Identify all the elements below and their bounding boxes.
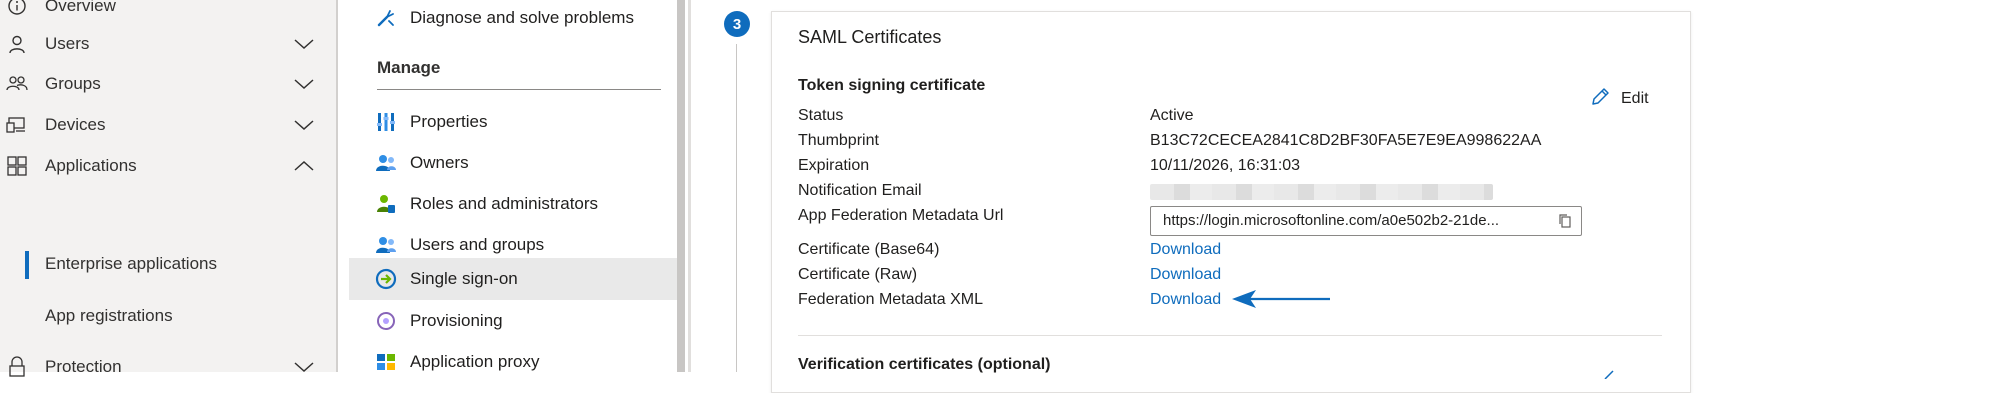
content-border — [688, 0, 691, 372]
left-nav-border — [336, 0, 338, 372]
menu-label-application-proxy: Application proxy — [410, 352, 540, 371]
verification-certificates-title: Verification certificates (optional) — [798, 356, 1051, 373]
pencil-icon[interactable] — [1603, 366, 1615, 380]
federation-metadata-xml-label: Federation Metadata XML — [798, 291, 983, 308]
menu-label-single-sign-on: Single sign-on — [410, 269, 518, 288]
menu-item-single-sign-on[interactable]: Single sign-on — [349, 258, 677, 300]
expiration-label: Expiration — [798, 157, 870, 174]
step-connector-line — [736, 44, 737, 372]
chevron-down-icon[interactable] — [293, 114, 315, 136]
nav-item-applications[interactable]: Applications — [0, 146, 336, 186]
nav-label-devices: Devices — [45, 115, 106, 134]
app-proxy-icon — [375, 351, 397, 373]
nav-item-groups[interactable]: Groups — [0, 64, 336, 104]
nav-item-overview[interactable]: Overview — [0, 0, 336, 26]
menu-item-provisioning[interactable]: Provisioning — [349, 301, 677, 341]
pencil-icon — [1589, 86, 1611, 113]
resource-menu: Diagnose and solve problems Manage Prope… — [349, 0, 677, 372]
user-icon — [6, 33, 28, 55]
sso-icon — [375, 268, 397, 290]
menu-label-owners: Owners — [410, 153, 469, 172]
metadata-url-value: https://login.microsoftonline.com/a0e502… — [1163, 212, 1500, 229]
metadata-url-field[interactable]: https://login.microsoftonline.com/a0e502… — [1150, 206, 1582, 236]
devices-icon — [6, 114, 28, 136]
status-value: Active — [1150, 107, 1194, 124]
roles-icon — [375, 193, 397, 215]
download-certificate-base64-link[interactable]: Download — [1150, 241, 1221, 259]
certificate-raw-label: Certificate (Raw) — [798, 266, 918, 283]
card-title: SAML Certificates — [798, 27, 942, 47]
download-federation-metadata-xml-link[interactable]: Download — [1150, 291, 1221, 309]
chevron-down-icon[interactable] — [293, 33, 315, 55]
diagnose-icon — [375, 7, 397, 29]
menu-resize-splitter[interactable] — [677, 0, 685, 372]
selection-indicator — [25, 251, 29, 279]
nav-item-users[interactable]: Users — [0, 24, 336, 64]
thumbprint-value: B13C72CECEA2841C8D2BF30FA5E7E9EA998622AA — [1150, 132, 1542, 149]
menu-item-roles[interactable]: Roles and administrators — [349, 184, 677, 224]
lock-icon — [6, 356, 28, 378]
menu-label-roles: Roles and administrators — [410, 194, 599, 213]
notification-email-redacted — [1150, 184, 1493, 200]
provisioning-icon — [375, 310, 397, 332]
owners-icon — [375, 152, 397, 174]
section-divider — [377, 89, 661, 90]
menu-label-properties: Properties — [410, 112, 488, 131]
chevron-down-icon[interactable] — [293, 356, 315, 378]
nav-label-overview: Overview — [45, 0, 116, 15]
menu-label-provisioning: Provisioning — [410, 311, 503, 330]
nav-sublabel-enterprise-applications: Enterprise applications — [45, 254, 217, 273]
group-icon — [6, 73, 28, 95]
nav-label-groups: Groups — [45, 74, 101, 93]
chevron-up-icon[interactable] — [293, 155, 315, 177]
step-number-badge: 3 — [724, 11, 750, 37]
edit-button[interactable]: Edit — [1589, 86, 1649, 112]
nav-sublabel-app-registrations: App registrations — [45, 306, 173, 325]
users-groups-icon — [375, 234, 397, 256]
section-header-manage: Manage — [377, 58, 441, 77]
applications-icon — [6, 155, 28, 177]
properties-icon — [375, 111, 397, 133]
menu-item-properties[interactable]: Properties — [349, 102, 677, 142]
menu-label-users-groups: Users and groups — [410, 235, 545, 254]
metadata-url-label: App Federation Metadata Url — [798, 207, 1004, 224]
nav-label-protection: Protection — [45, 357, 122, 376]
edit-label: Edit — [1621, 90, 1649, 107]
certificate-base64-label: Certificate (Base64) — [798, 241, 940, 258]
nav-subitem-app-registrations[interactable]: App registrations — [0, 297, 336, 337]
menu-item-diagnose[interactable]: Diagnose and solve problems — [349, 0, 677, 38]
copy-icon[interactable] — [1557, 213, 1573, 229]
left-navigation: Overview Users Groups Devices Applicatio… — [0, 0, 336, 377]
menu-label-diagnose: Diagnose and solve problems — [410, 8, 634, 27]
annotation-arrow-icon — [1232, 288, 1332, 310]
notification-email-label: Notification Email — [798, 182, 922, 199]
status-label: Status — [798, 107, 844, 124]
card-section-divider — [798, 335, 1662, 336]
nav-subitem-enterprise-applications[interactable]: Enterprise applications — [0, 245, 336, 285]
nav-label-applications: Applications — [45, 156, 137, 175]
thumbprint-label: Thumbprint — [798, 132, 879, 149]
chevron-down-icon[interactable] — [293, 73, 315, 95]
menu-item-application-proxy[interactable]: Application proxy — [349, 342, 677, 382]
nav-label-users: Users — [45, 34, 90, 53]
nav-item-protection[interactable]: Protection — [0, 347, 336, 387]
download-certificate-raw-link[interactable]: Download — [1150, 266, 1221, 284]
nav-item-devices[interactable]: Devices — [0, 105, 336, 145]
info-icon — [6, 0, 28, 17]
token-signing-certificate-title: Token signing certificate — [798, 77, 986, 94]
menu-item-owners[interactable]: Owners — [349, 143, 677, 183]
expiration-value: 10/11/2026, 16:31:03 — [1150, 157, 1301, 174]
